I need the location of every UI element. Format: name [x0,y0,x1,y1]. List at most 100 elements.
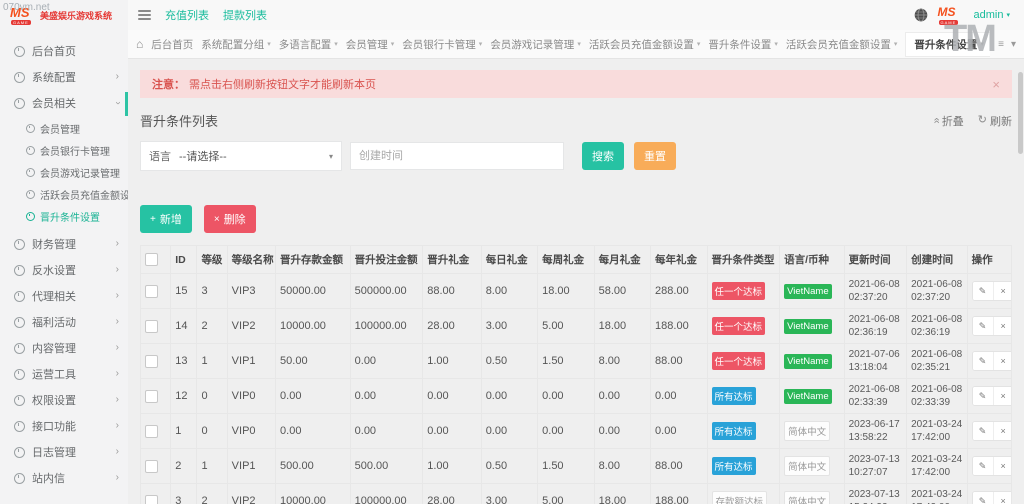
row-checkbox[interactable] [145,320,158,333]
tab-list-icon[interactable]: ≡ [998,39,1004,50]
sidebar-item[interactable]: 财务管理› [0,231,128,257]
sidebar-item[interactable]: 接口功能› [0,413,128,439]
delete-row-button[interactable]: × [993,387,1012,405]
globe-icon[interactable] [914,8,928,22]
add-button[interactable]: + 新增 [140,205,192,233]
tab-label: 后台首页 [151,37,193,52]
table-row: 21VIP1500.00500.001.000.501.508.0088.00所… [141,449,1012,484]
edit-button[interactable]: ✎ [973,282,993,300]
tab[interactable]: 会员游戏记录管理▾ [490,37,581,52]
close-icon[interactable]: × [992,77,1000,92]
edit-button[interactable]: ✎ [973,422,993,440]
reset-button[interactable]: 重置 [634,142,676,170]
sidebar-item[interactable]: 会员相关› [0,90,128,116]
refresh-button[interactable]: ↻ 刷新 [978,113,1012,129]
language-select[interactable]: 语言 --请选择-- ▾ [140,141,342,171]
sidebar-item[interactable]: 日志管理› [0,439,128,465]
sidebar-subitem-label: 会员管理 [40,121,80,136]
sidebar-subitem[interactable]: 会员银行卡管理 [0,139,128,161]
condition-type-badge: 所有达标 [712,457,756,475]
sidebar-item[interactable]: 系统配置› [0,64,128,90]
sidebar-subitem[interactable]: 晋升条件设置 [0,205,128,227]
cell-deposit: 50000.00 [276,274,351,309]
delete-button[interactable]: × 删除 [204,205,256,233]
tab-caret-icon[interactable]: ▾ [1011,39,1016,50]
sidebar-item[interactable]: 反水设置› [0,257,128,283]
column-header: ID [171,246,197,274]
promotion-table: ID等级等级名称晋升存款金额晋升投注金额晋升礼金每日礼金每周礼金每月礼金每年礼金… [140,245,1012,504]
chevron-down-icon: ▾ [334,40,338,48]
edit-button[interactable]: ✎ [973,457,993,475]
delete-row-button[interactable]: × [993,352,1012,370]
sidebar-subitem[interactable]: 会员游戏记录管理 [0,161,128,183]
tab[interactable]: 多语言配置▾ [279,37,338,52]
search-button[interactable]: 搜索 [582,142,624,170]
column-header: 晋升礼金 [423,246,481,274]
row-checkbox[interactable] [145,495,158,504]
row-checkbox[interactable] [145,355,158,368]
chevron-right-icon: › [116,239,119,249]
tab[interactable]: 活跃会员充值金额设置▾ [589,37,701,52]
column-header: 操作 [967,246,1011,274]
delete-row-button[interactable]: × [993,317,1012,335]
delete-row-button[interactable]: × [993,422,1012,440]
collapse-icon: « [930,117,941,123]
chevron-down-icon: ▾ [577,40,581,48]
sidebar-item[interactable]: 站内信› [0,465,128,491]
edit-button[interactable]: ✎ [973,317,993,335]
home-icon[interactable]: ⌂ [136,37,143,51]
edit-button[interactable]: ✎ [973,387,993,405]
edit-button[interactable]: ✎ [973,352,993,370]
row-checkbox[interactable] [145,285,158,298]
sidebar-subitem[interactable]: 会员管理 [0,117,128,139]
cell-bet: 0.00 [350,414,423,449]
cell-yearly: 288.00 [651,274,707,309]
hamburger-icon[interactable] [138,8,151,22]
sidebar-subitem[interactable]: 活跃会员充值金额设置 [0,183,128,205]
sidebar-item[interactable]: 权限设置› [0,387,128,413]
delete-row-button[interactable]: × [993,492,1012,504]
cell-yearly: 0.00 [651,379,707,414]
cell-id: 13 [171,344,197,379]
tab[interactable]: 系统配置分组▾ [201,37,271,52]
tab[interactable]: 晋升条件设置▾ [708,37,778,52]
tab[interactable]: 活跃会员充值金额设置▾ [786,37,898,52]
tab-label: 会员游戏记录管理 [490,37,574,52]
tab[interactable]: 后台首页 [151,37,193,52]
sidebar-item-label: 运营工具 [32,366,116,382]
cell-updated: 2023-07-13 10:27:07 [844,449,907,484]
cell-bonus: 1.00 [423,449,481,484]
chevron-right-icon: › [112,101,122,104]
notice-bar: 注意： 需点击右侧刷新按钮文字才能刷新本页 × [140,70,1012,98]
row-checkbox[interactable] [145,460,158,473]
chevron-right-icon: › [116,317,119,327]
sidebar-item[interactable]: 运营工具› [0,361,128,387]
menu-circle-icon [14,317,25,328]
cell-weekly: 5.00 [538,484,594,504]
collapse-button[interactable]: « 折叠 [933,113,964,129]
topbar-link-recharge[interactable]: 充值列表 [165,7,209,23]
cell-yearly: 188.00 [651,484,707,504]
sidebar-item-label: 系统配置 [32,69,116,85]
sidebar-item[interactable]: 内容管理› [0,335,128,361]
edit-button[interactable]: ✎ [973,492,993,504]
sidebar-item[interactable]: 代理相关› [0,283,128,309]
cell-id: 1 [171,414,197,449]
delete-row-button[interactable]: × [993,457,1012,475]
row-checkbox[interactable] [145,425,158,438]
topbar-link-withdraw[interactable]: 提款列表 [223,7,267,23]
sidebar-item[interactable]: 后台首页 [0,38,128,64]
tab[interactable]: 会员银行卡管理▾ [402,37,482,52]
scrollbar-thumb[interactable] [1018,72,1023,154]
tab-label: 会员管理 [346,37,388,52]
created-time-input[interactable] [350,142,564,170]
sidebar-item[interactable]: 福利活动› [0,309,128,335]
sidebar-item-label: 权限设置 [32,392,116,408]
delete-row-button[interactable]: × [993,282,1012,300]
tab[interactable]: 会员管理▾ [346,37,395,52]
select-all-checkbox[interactable] [145,253,158,266]
row-checkbox[interactable] [145,390,158,403]
column-header: 每周礼金 [538,246,594,274]
menu-circle-icon [26,124,35,133]
table-body: 153VIP350000.00500000.0088.008.0018.0058… [141,274,1012,504]
